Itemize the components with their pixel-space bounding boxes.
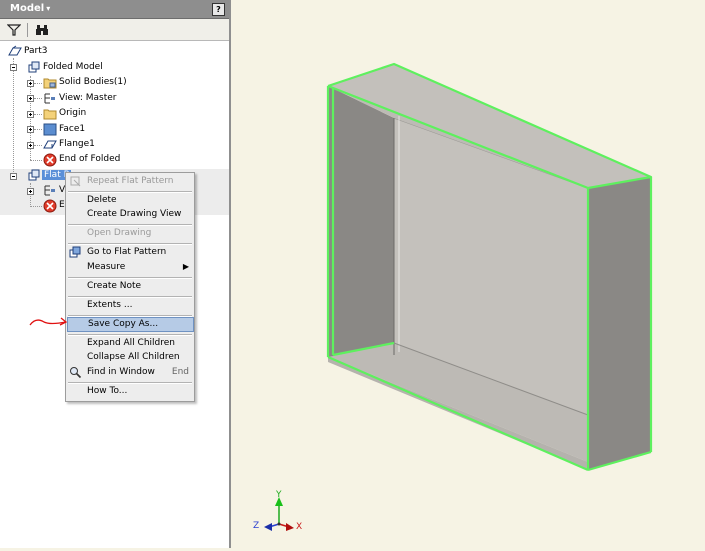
menu-item-delete[interactable]: Delete: [66, 193, 194, 208]
menu-item-find-in-window[interactable]: Find in Window End: [66, 365, 194, 380]
tree-line: [30, 183, 31, 207]
flat-pattern-icon: [28, 169, 41, 182]
x-axis-label: X: [296, 522, 303, 532]
menu-item-label: Expand All Children: [87, 338, 175, 348]
tree-node-label: View: Master: [59, 93, 117, 103]
face-icon: [43, 123, 57, 136]
tree-line: [13, 58, 14, 176]
filter-icon[interactable]: [6, 23, 22, 37]
tree-node-label: Folded Model: [43, 62, 103, 72]
menu-item-label: Create Drawing View: [87, 209, 182, 219]
tree-line: [34, 83, 42, 84]
y-axis-label: Y: [276, 490, 282, 500]
flat-pattern-icon: [69, 246, 82, 259]
annotation-arrow-icon: [29, 317, 68, 326]
menu-item-extents[interactable]: Extents ...: [66, 298, 194, 313]
menu-item-label: Create Note: [87, 281, 142, 291]
menu-item-go-to-flat-pattern[interactable]: Go to Flat Pattern: [66, 245, 194, 260]
toolbar-separator: [27, 23, 28, 37]
browser-title-dropdown[interactable]: Model ▾: [10, 3, 50, 14]
menu-item-label: How To...: [87, 386, 128, 396]
folded-model-icon: [28, 61, 41, 74]
browser-header: Model ▾ ?: [0, 0, 229, 19]
axis-triad: [264, 497, 294, 531]
end-of-part-icon: [43, 199, 57, 213]
menu-item-create-note[interactable]: Create Note: [66, 279, 194, 294]
graphics-viewport[interactable]: Y X Z: [231, 0, 705, 548]
folder-icon: [43, 107, 57, 120]
expand-toggle[interactable]: [27, 80, 34, 87]
tree-node-label: Face1: [59, 124, 86, 134]
menu-item-label: Measure: [87, 262, 126, 272]
menu-item-shortcut: End: [171, 367, 189, 377]
tree-line: [34, 98, 42, 99]
view-icon: [43, 184, 56, 197]
repeat-icon: [69, 175, 82, 188]
find-zoom-icon: [69, 366, 82, 379]
expand-toggle[interactable]: [27, 126, 34, 133]
help-button[interactable]: ?: [212, 3, 225, 16]
tree-node-label: End of Folded: [59, 154, 121, 164]
tree-node-label: Flange1: [59, 139, 95, 149]
view-icon: [43, 92, 56, 105]
menu-item-label: Repeat Flat Pattern: [87, 176, 174, 186]
expand-toggle[interactable]: [27, 188, 34, 195]
tree-node-label: Origin: [59, 108, 87, 118]
tree-line: [34, 145, 42, 146]
browser-title: Model: [10, 3, 45, 14]
tree-line: [30, 206, 42, 207]
expand-toggle[interactable]: [27, 95, 34, 102]
menu-item-label: Open Drawing: [87, 228, 152, 238]
menu-item-label: Find in Window: [87, 367, 155, 377]
menu-item-label: Extents ...: [87, 300, 133, 310]
expand-toggle[interactable]: [27, 142, 34, 149]
menu-item-save-copy-as[interactable]: Save Copy As...: [67, 317, 194, 332]
collapse-toggle[interactable]: [10, 173, 17, 180]
box-model[interactable]: [231, 0, 705, 548]
menu-item-collapse-all-children[interactable]: Collapse All Children: [66, 350, 194, 365]
collapse-toggle[interactable]: [10, 64, 17, 71]
menu-item-how-to[interactable]: How To...: [66, 384, 194, 399]
folder-icon: [43, 76, 57, 89]
menu-item-expand-all-children[interactable]: Expand All Children: [66, 336, 194, 351]
binoculars-icon[interactable]: [35, 23, 49, 37]
expand-toggle[interactable]: [27, 111, 34, 118]
submenu-arrow-icon: ▶: [182, 262, 189, 271]
tree-node-label: Part3: [24, 46, 48, 56]
menu-item-label: Delete: [87, 195, 117, 205]
end-of-part-icon: [43, 153, 57, 167]
context-menu: Repeat Flat Pattern Delete Create Drawin…: [65, 172, 195, 402]
z-axis-label: Z: [253, 521, 260, 531]
part-icon: [8, 45, 22, 58]
model-browser: Model ▾ ? Part3 Folded Model Solid Bodie…: [0, 0, 231, 548]
menu-item-measure[interactable]: Measure ▶: [66, 260, 194, 275]
menu-item-repeat-flat-pattern[interactable]: Repeat Flat Pattern: [66, 174, 194, 189]
tree-line: [34, 114, 42, 115]
menu-item-open-drawing[interactable]: Open Drawing: [66, 226, 194, 241]
browser-toolbar: [0, 19, 229, 41]
tree-line: [30, 160, 42, 161]
tree-line: [34, 129, 42, 130]
menu-item-label: Save Copy As...: [88, 319, 159, 329]
flange-icon: [43, 138, 57, 151]
tree-node-label: Solid Bodies(1): [59, 77, 127, 87]
menu-item-label: Collapse All Children: [87, 352, 180, 362]
menu-item-create-drawing-view[interactable]: Create Drawing View: [66, 207, 194, 222]
menu-item-label: Go to Flat Pattern: [87, 247, 167, 257]
chevron-down-icon: ▾: [46, 4, 51, 13]
